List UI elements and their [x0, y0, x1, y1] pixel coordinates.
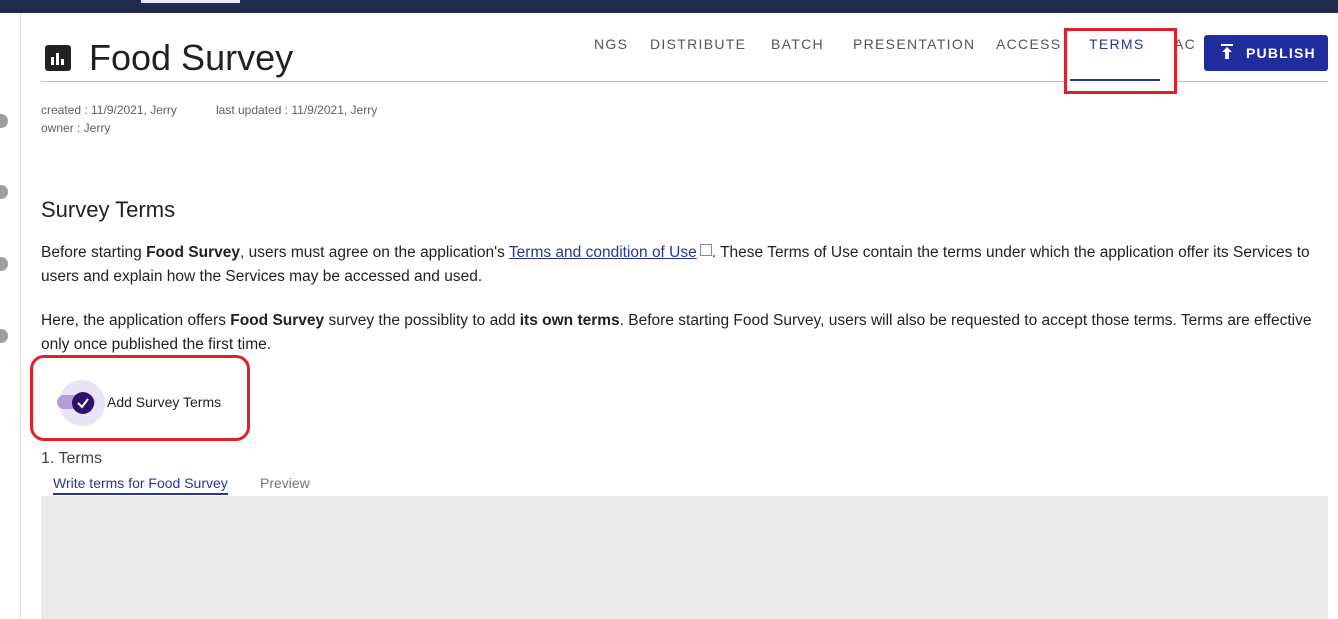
tab-preview[interactable]: Preview: [260, 475, 310, 491]
rail-icon[interactable]: [0, 257, 8, 271]
own-terms-text: its own terms: [519, 312, 620, 329]
section-title: Survey Terms: [41, 197, 176, 222]
rail-icon[interactable]: [0, 114, 8, 128]
text: Before starting: [41, 244, 147, 261]
page-title: Food Survey: [89, 37, 294, 78]
left-rail: [0, 13, 21, 619]
text: survey the possiblity to add: [324, 312, 520, 329]
terms-editor[interactable]: [41, 496, 1328, 619]
created-meta: created : 11/9/2021, Jerry: [41, 103, 177, 117]
toggle-label: Add Survey Terms: [107, 394, 222, 410]
text: , users must agree on the application's: [240, 244, 509, 261]
survey-name: Food Survey: [230, 312, 325, 329]
check-icon: [77, 398, 89, 409]
tab-batch[interactable]: BATCH: [771, 36, 824, 52]
tab-access[interactable]: ACCESS: [996, 36, 1061, 52]
external-link-icon: [699, 244, 712, 256]
terms-of-use-link[interactable]: Terms and condition of Use: [509, 244, 697, 261]
terms-heading: 1. Terms: [41, 450, 103, 467]
tab-distribute[interactable]: DISTRIBUTE: [650, 36, 746, 52]
publish-label: PUBLISH: [1246, 45, 1316, 61]
tab-write-terms[interactable]: Write terms for Food Survey: [53, 475, 228, 495]
own-terms-paragraph: Here, the application offers Food Survey…: [41, 309, 1336, 357]
updated-meta: last updated : 11/9/2021, Jerry: [216, 103, 378, 117]
tab-ac[interactable]: AC: [1174, 36, 1196, 52]
active-tab-underline: [1070, 79, 1160, 81]
text: Here, the application offers: [41, 312, 231, 329]
toggle-knob[interactable]: [72, 392, 94, 414]
publish-icon: [1221, 44, 1233, 59]
top-tab-indicator: [141, 0, 240, 3]
tab-terms[interactable]: TERMS: [1089, 36, 1145, 52]
owner-meta: owner : Jerry: [41, 121, 111, 135]
tab-presentation[interactable]: PRESENTATION: [853, 36, 975, 52]
terms-intro-paragraph: Before starting Food Survey, users must …: [41, 241, 1336, 289]
bar-chart-icon: [45, 45, 71, 71]
top-app-bar: [0, 0, 1338, 13]
tab-ngs[interactable]: NGS: [594, 36, 628, 52]
rail-icon[interactable]: [0, 329, 8, 343]
survey-name: Food Survey: [146, 244, 240, 261]
rail-icon[interactable]: [0, 185, 8, 199]
publish-button[interactable]: PUBLISH: [1204, 35, 1328, 71]
